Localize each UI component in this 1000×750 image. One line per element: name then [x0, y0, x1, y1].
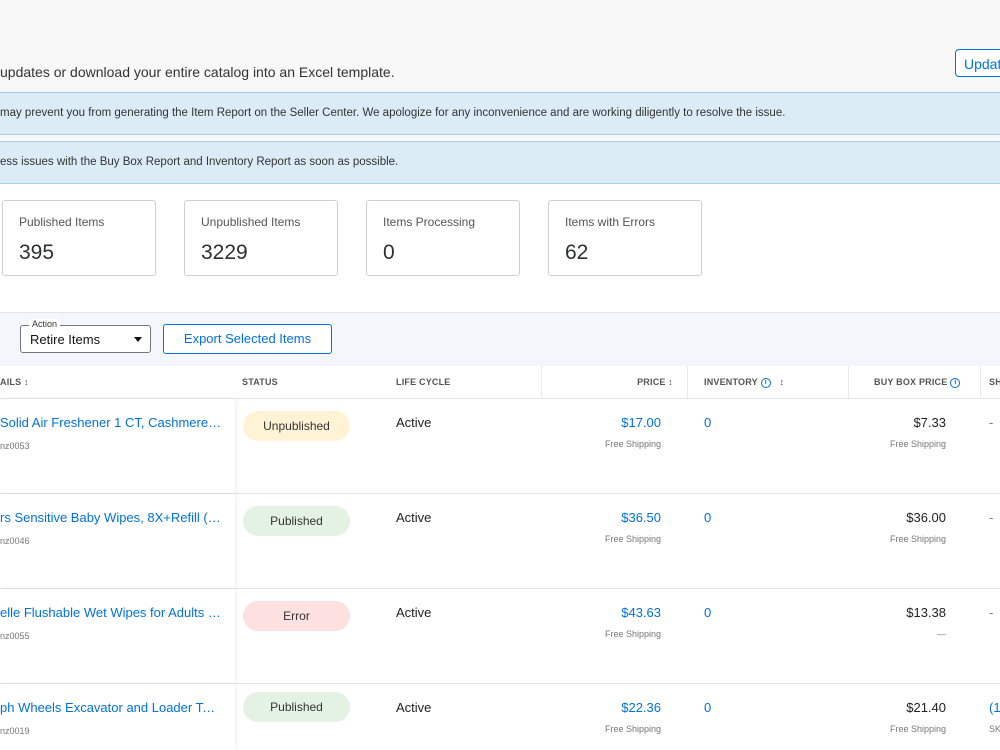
stat-card-errors[interactable]: Items with Errors 62 — [548, 200, 702, 276]
action-select[interactable]: Action Retire Items — [20, 319, 151, 353]
notice-banner-buybox-report: ess issues with the Buy Box Report and I… — [0, 141, 1000, 184]
buybox-shipping: — — [937, 629, 946, 639]
price-shipping: Free Shipping — [604, 439, 661, 449]
price-shipping: Free Shipping — [604, 629, 661, 639]
item-title-link[interactable]: Solid Air Freshener 1 CT, Cashmere Woods — [0, 415, 222, 430]
stat-label: Published Items — [19, 215, 105, 229]
export-selected-button[interactable]: Export Selected Items — [163, 324, 332, 354]
shipping-value: - — [989, 415, 994, 430]
stat-label: Unpublished Items — [201, 215, 301, 229]
item-details-cell — [0, 684, 235, 750]
column-header-details[interactable]: AILS ↕ — [0, 377, 29, 387]
column-header-status: STATUS — [242, 377, 278, 387]
table-header: AILS ↕ STATUS LIFE CYCLE PRICE ↕ INVENTO… — [0, 366, 1000, 399]
column-header-lifecycle: LIFE CYCLE — [396, 377, 451, 387]
status-badge: Published — [243, 506, 350, 536]
shipping-value: - — [989, 510, 994, 525]
item-title-link[interactable]: rs Sensitive Baby Wipes, 8X+Refill (Pack… — [0, 510, 222, 525]
notice-banner-item-report: may prevent you from generating the Item… — [0, 92, 1000, 135]
notice-banner-text: ess issues with the Buy Box Report and I… — [0, 156, 399, 168]
lifecycle-value: Active — [396, 700, 432, 715]
inventory-link[interactable]: 0 — [704, 415, 711, 430]
table-row[interactable]: Solid Air Freshener 1 CT, Cashmere Woods… — [0, 399, 1000, 494]
status-badge: Error — [243, 601, 350, 631]
item-details-cell — [0, 399, 235, 493]
column-header-inventory[interactable]: INVENTORY i ↕ — [704, 377, 784, 388]
notice-banner-text: may prevent you from generating the Item… — [0, 107, 786, 119]
lifecycle-value: Active — [396, 415, 432, 430]
price-shipping: Free Shipping — [604, 724, 661, 734]
item-sku: nz0046 — [0, 536, 30, 546]
table-row[interactable]: rs Sensitive Baby Wipes, 8X+Refill (Pack… — [0, 494, 1000, 589]
buybox-price: $36.00 — [906, 510, 946, 525]
item-sku: nz0055 — [0, 631, 30, 641]
column-header-price[interactable]: PRICE ↕ — [560, 377, 673, 387]
table-row[interactable]: elle Flushable Wet Wipes for Adults Pack… — [0, 589, 1000, 684]
buybox-shipping: Free Shipping — [889, 724, 946, 734]
shipping-subvalue: SK — [989, 724, 1000, 734]
price-link[interactable]: $17.00 — [560, 415, 661, 430]
inventory-link[interactable]: 0 — [704, 510, 711, 525]
info-icon[interactable]: i — [950, 377, 961, 388]
shipping-value: - — [989, 605, 994, 620]
stat-value: 3229 — [201, 241, 248, 264]
action-select-label: Action — [29, 319, 61, 329]
item-title-link[interactable]: elle Flushable Wet Wipes for Adults Pack — [0, 605, 222, 620]
column-header-buybox: BUY BOX PRICE i — [874, 377, 961, 388]
column-divider — [848, 366, 849, 399]
buybox-price: $13.38 — [906, 605, 946, 620]
inventory-link[interactable]: 0 — [704, 700, 711, 715]
action-select-value: Retire Items — [30, 332, 101, 347]
price-link[interactable]: $43.63 — [560, 605, 661, 620]
column-divider — [980, 366, 981, 399]
table-row[interactable]: ph Wheels Excavator and Loader Toy Set n… — [0, 684, 1000, 750]
stat-card-processing[interactable]: Items Processing 0 — [366, 200, 520, 276]
buybox-shipping: Free Shipping — [889, 534, 946, 544]
update-items-button[interactable]: Updat — [955, 49, 1000, 77]
stat-card-unpublished[interactable]: Unpublished Items 3229 — [184, 200, 338, 276]
column-header-inventory-label: INVENTORY — [704, 377, 758, 387]
stat-value: 395 — [19, 241, 55, 264]
lifecycle-value: Active — [396, 605, 432, 620]
item-sku: nz0053 — [0, 441, 30, 451]
caret-down-icon — [134, 337, 142, 342]
sort-icon[interactable]: ↕ — [780, 377, 785, 387]
column-header-buybox-label: BUY BOX PRICE — [874, 377, 948, 387]
buybox-price: $21.40 — [906, 700, 946, 715]
column-divider — [687, 366, 688, 399]
status-badge: Unpublished — [243, 411, 350, 441]
buybox-shipping: Free Shipping — [889, 439, 946, 449]
stat-label: Items Processing — [383, 215, 476, 229]
info-icon[interactable]: i — [760, 377, 771, 388]
stat-label: Items with Errors — [565, 215, 656, 229]
item-sku: nz0019 — [0, 726, 30, 736]
buybox-price: $7.33 — [913, 415, 946, 430]
item-details-cell — [0, 494, 235, 588]
price-link[interactable]: $22.36 — [560, 700, 661, 715]
inventory-link[interactable]: 0 — [704, 605, 711, 620]
stat-card-published[interactable]: Published Items 395 — [2, 200, 156, 276]
column-header-shipping: SH — [989, 377, 1000, 387]
shipping-value[interactable]: (1 — [989, 700, 1000, 715]
stat-value: 62 — [565, 241, 589, 264]
status-badge: Published — [243, 692, 350, 722]
price-shipping: Free Shipping — [604, 534, 661, 544]
lifecycle-value: Active — [396, 510, 432, 525]
column-divider — [541, 366, 542, 399]
page-description: updates or download your entire catalog … — [0, 64, 395, 80]
stat-value: 0 — [383, 241, 395, 264]
item-title-link[interactable]: ph Wheels Excavator and Loader Toy Set — [0, 700, 222, 715]
item-details-cell — [0, 589, 235, 683]
price-link[interactable]: $36.50 — [560, 510, 661, 525]
